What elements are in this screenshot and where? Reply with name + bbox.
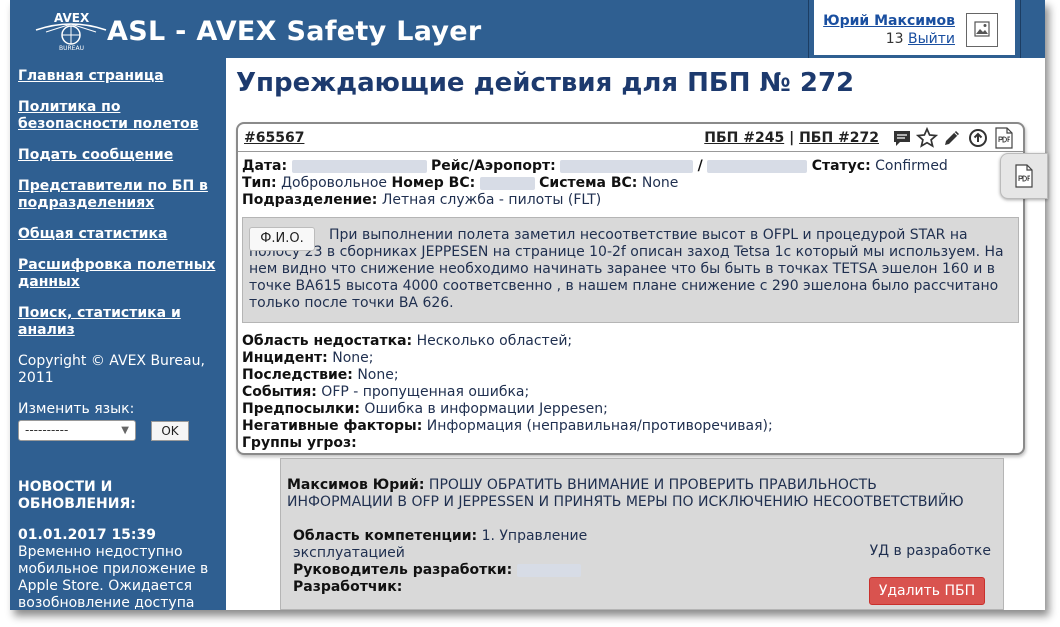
page-title: Упреждающие действия для ПБП № 272 xyxy=(236,68,855,98)
link-pbp-272[interactable]: ПБП #272 xyxy=(799,130,879,146)
link-pbp-245[interactable]: ПБП #245 xyxy=(704,130,784,146)
sidebar-item-statistics[interactable]: Общая статистика xyxy=(18,226,218,243)
status-value: Confirmed xyxy=(875,158,948,174)
card-header: #65567 ПБП #245 | ПБП #272 xyxy=(238,124,1023,152)
news-text: Временно недоступно мобильное приложение… xyxy=(18,544,209,610)
flight-label: Рейс/Аэропорт: xyxy=(430,158,556,174)
language-label: Изменить язык: xyxy=(18,401,135,417)
pdf-icon xyxy=(1015,164,1033,188)
reply-panel: Максимов Юрий: ПРОШУ ОБРАТИТЬ ВНИМАНИЕ И… xyxy=(280,458,1004,610)
copyright: Copyright © AVEX Bureau, 2011 xyxy=(18,353,205,386)
consequence-value: None; xyxy=(357,367,399,383)
row-threats: Группы угроз: xyxy=(242,435,357,452)
developer-label: Разработчик: xyxy=(293,579,403,595)
redacted-date xyxy=(291,159,427,173)
chevron-down-icon: ▼ xyxy=(121,425,129,436)
language-select-value: ---------- xyxy=(25,423,69,437)
logout-link[interactable]: Выйти xyxy=(908,31,955,47)
row-consequence: Последствие: None; xyxy=(242,367,399,384)
threats-label: Группы угроз: xyxy=(242,435,357,451)
comment-icon[interactable] xyxy=(891,127,913,149)
user-line: 13 Выйти xyxy=(886,31,955,47)
language-ok-button[interactable]: OK xyxy=(151,421,189,441)
delete-button[interactable]: Удалить ПБП xyxy=(869,577,985,605)
sidebar-item-submit-report[interactable]: Подать сообщение xyxy=(18,147,218,164)
system-label: Система ВС: xyxy=(539,175,638,191)
negative-value: Информация (неправильная/противоречивая)… xyxy=(426,418,773,434)
news-date: 01.01.2017 15:39 xyxy=(18,527,157,543)
status-label: Статус: xyxy=(811,158,871,174)
user-name-link[interactable]: Юрий Максимов xyxy=(823,13,955,29)
floating-pdf-button[interactable] xyxy=(1000,153,1048,199)
language-select[interactable]: ---------- ▼ xyxy=(18,420,136,441)
redacted-lead xyxy=(516,563,581,577)
image-icon xyxy=(974,21,990,37)
link-separator: | xyxy=(789,130,795,146)
avatar[interactable] xyxy=(966,13,998,47)
card-actions xyxy=(891,127,1019,149)
user-box: Юрий Максимов 13 Выйти xyxy=(809,0,1020,60)
row-date-flight: Дата: Рейс/Аэропорт: / Статус: Confirmed xyxy=(242,158,948,175)
main-content: Упреждающие действия для ПБП № 272 #6556… xyxy=(226,58,1045,610)
pdf-icon[interactable] xyxy=(992,127,1016,149)
user-count: 13 xyxy=(885,31,904,47)
events-value: OFP - пропущенная ошибка; xyxy=(321,384,530,400)
row-preconditions: Предпосылки: Ошибка в информации Jeppese… xyxy=(242,401,608,418)
preconditions-label: Предпосылки: xyxy=(242,401,360,417)
row-events: События: OFP - пропущенная ошибка; xyxy=(242,384,529,401)
competence-block: Область компетенции: 1. Управление экспл… xyxy=(293,528,623,596)
events-label: События: xyxy=(242,384,317,400)
header: AVEX BUREAU ASL - AVEX Safety Layer Юрий… xyxy=(10,0,1045,60)
incident-label: Инцидент: xyxy=(242,350,328,366)
news-title: НОВОСТИ И ОБНОВЛЕНИЯ: xyxy=(18,479,136,512)
type-value: Добровольное xyxy=(281,175,388,191)
date-label: Дата: xyxy=(242,158,288,174)
sidebar: Главная страница Политика по безопасност… xyxy=(10,54,223,610)
area-value: Несколько областей; xyxy=(416,333,573,349)
upload-icon[interactable] xyxy=(967,127,989,149)
row-incident: Инцидент: None; xyxy=(242,350,373,367)
pencil-icon[interactable] xyxy=(941,127,963,149)
redacted-flight xyxy=(560,159,694,173)
sidebar-item-search[interactable]: Поиск, статистика и анализ xyxy=(18,305,218,339)
division-label: Подразделение: xyxy=(242,192,378,208)
sidebar-item-home[interactable]: Главная страница xyxy=(18,68,218,85)
row-area: Область недостатка: Несколько областей; xyxy=(242,333,572,350)
report-id-link[interactable]: #65567 xyxy=(244,130,304,146)
preconditions-value: Ошибка в информации Jeppesen; xyxy=(364,401,608,417)
description-text: При выполнении полета заметил несоответс… xyxy=(249,227,1004,311)
row-division: Подразделение: Летная служба - пилоты (F… xyxy=(242,192,601,209)
logo-sub: BUREAU xyxy=(59,45,84,52)
related-links: ПБП #245 | ПБП #272 xyxy=(704,130,879,146)
lead-label: Руководитель разработки: xyxy=(293,562,513,578)
sidebar-item-representatives[interactable]: Представители по БП в подразделениях xyxy=(18,178,218,212)
division-value: Летная служба - пилоты (FLT) xyxy=(381,192,602,208)
negative-label: Негативные факторы: xyxy=(242,418,423,434)
competence-label: Область компетенции: xyxy=(293,528,478,544)
row-negative: Негативные факторы: Информация (неправил… xyxy=(242,418,773,435)
description-panel: При выполнении полета заметил несоответс… xyxy=(242,217,1019,323)
consequence-label: Последствие: xyxy=(242,367,353,383)
redacted-aircraft xyxy=(479,176,535,190)
logo-text: AVEX xyxy=(54,11,90,25)
incident-value: None; xyxy=(332,350,374,366)
redacted-airport xyxy=(707,159,808,173)
app-window: AVEX BUREAU ASL - AVEX Safety Layer Юрий… xyxy=(10,0,1045,610)
sidebar-item-safety-policy[interactable]: Политика по безопасности полетов xyxy=(18,99,218,133)
slash: / xyxy=(697,158,703,174)
reply-status: УД в разработке xyxy=(869,543,991,559)
reply-author: Максимов Юрий: xyxy=(287,477,425,493)
system-value: None xyxy=(641,175,679,191)
fio-button[interactable]: Ф.И.О. xyxy=(249,227,315,251)
aircraft-label: Номер ВС: xyxy=(391,175,476,191)
star-icon[interactable] xyxy=(916,127,938,149)
reply-text: Максимов Юрий: ПРОШУ ОБРАТИТЬ ВНИМАНИЕ И… xyxy=(287,477,987,511)
row-type: Тип: Добровольное Номер ВС: Система ВС: … xyxy=(242,175,678,192)
avex-logo: AVEX BUREAU xyxy=(35,11,107,52)
app-title: ASL - AVEX Safety Layer xyxy=(107,16,482,47)
type-label: Тип: xyxy=(242,175,277,191)
area-label: Область недостатка: xyxy=(242,333,413,349)
sidebar-item-flight-data[interactable]: Расшифровка полетных данных xyxy=(18,257,218,291)
report-card: #65567 ПБП #245 | ПБП #272 Дата: Рейс/Аэ… xyxy=(236,122,1025,455)
